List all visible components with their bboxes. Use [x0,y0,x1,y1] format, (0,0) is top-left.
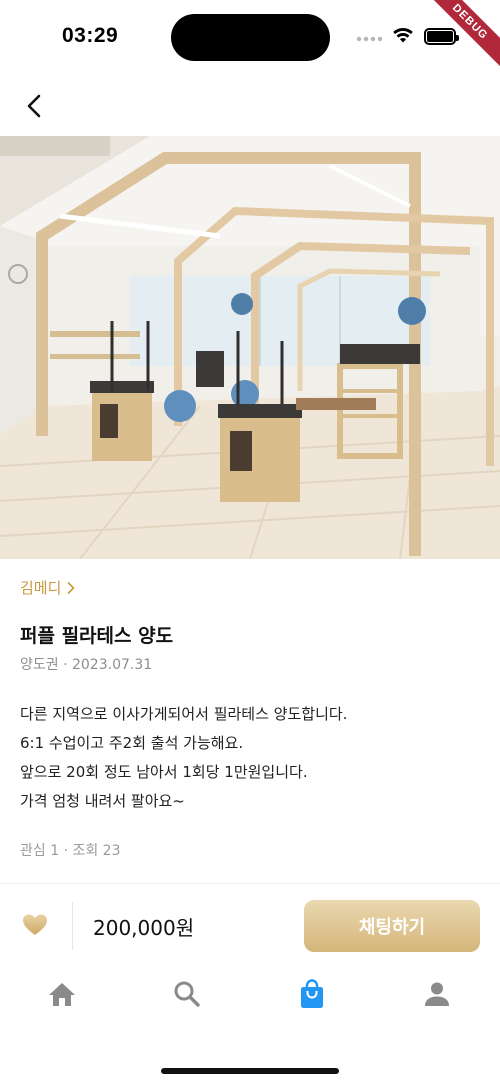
tab-shop[interactable] [292,974,332,1014]
listing-stats: 관심 1 · 조회 23 [20,843,121,859]
description-line: 6:1 수업이고 주2회 출석 가능해요. [20,734,244,752]
status-bar: 03:29 DEBUG [0,0,500,75]
status-time: 03:29 [62,24,119,47]
seller-link[interactable]: 김메디 [20,577,75,598]
like-button[interactable] [18,908,52,942]
debug-label: DEBUG [424,0,500,72]
debug-banner: DEBUG [424,0,500,76]
seller-name: 김메디 [20,579,62,597]
studio-photo-illustration [0,136,500,559]
bottom-tab-bar [0,966,500,1020]
chevron-left-icon [27,94,41,118]
home-icon [49,983,75,1006]
listing-photo[interactable] [0,136,500,559]
dynamic-island [171,14,330,61]
tab-profile[interactable] [417,974,457,1014]
back-button[interactable] [18,88,50,124]
tab-search[interactable] [167,974,207,1014]
listing-description: 다른 지역으로 이사가게되어서 필라테스 양도합니다. 6:1 수업이고 주2회… [20,700,480,816]
bottom-action-bar: 200,000원 채팅하기 [0,883,500,965]
cellular-signal-icon [356,36,383,42]
home-indicator [161,1068,339,1074]
action-bar-divider [72,902,73,950]
shopping-bag-icon [301,979,323,1008]
description-line: 앞으로 20회 정도 남아서 1회당 1만원입니다. [20,763,308,781]
price: 200,000원 [93,916,195,940]
search-icon [174,981,200,1007]
person-icon [425,982,449,1006]
chat-button[interactable]: 채팅하기 [304,900,480,952]
heart-icon [23,914,47,935]
chevron-right-icon [68,581,75,594]
listing-meta: 양도권 · 2023.07.31 [20,657,153,673]
listing-title: 퍼플 필라테스 양도 [20,625,174,647]
description-line: 다른 지역으로 이사가게되어서 필라테스 양도합니다. [20,705,348,723]
description-line: 가격 엄청 내려서 팔아요~ [20,792,185,810]
wifi-icon [393,27,413,43]
tab-home[interactable] [42,974,82,1014]
